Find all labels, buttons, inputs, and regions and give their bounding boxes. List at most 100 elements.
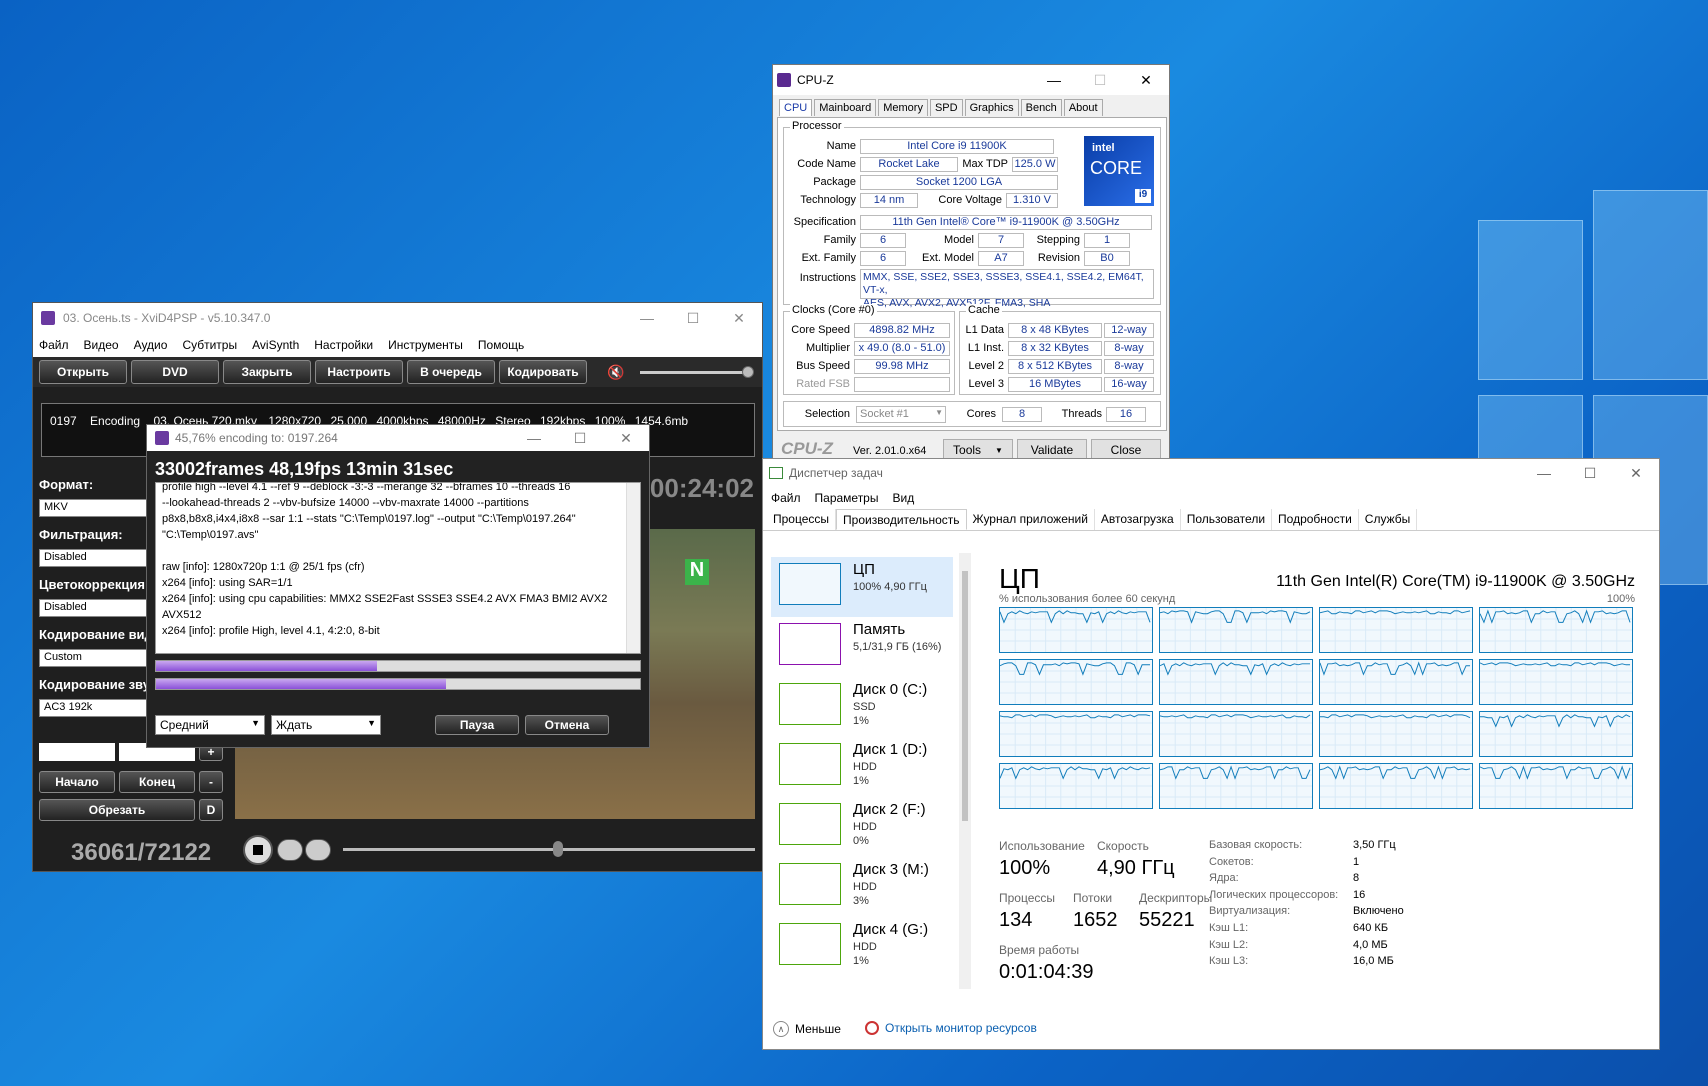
- sidebar-item-1[interactable]: Память 5,1/31,9 ГБ (16%): [771, 617, 951, 677]
- menu-avisynth[interactable]: AviSynth: [252, 338, 308, 352]
- format-select[interactable]: MKV: [39, 499, 151, 517]
- minimize-icon[interactable]: —: [624, 303, 670, 333]
- color-select[interactable]: Disabled: [39, 599, 151, 617]
- close-icon[interactable]: ✕: [1123, 65, 1169, 95]
- encoding-log[interactable]: profile high --level 4.1 --ref 9 --deblo…: [155, 482, 641, 654]
- minimize-icon[interactable]: —: [511, 425, 557, 451]
- next-frame-button[interactable]: [305, 839, 331, 861]
- l3-value: 16 MBytes: [1008, 377, 1102, 392]
- minimize-icon[interactable]: —: [1521, 459, 1567, 487]
- prev-frame-button[interactable]: [277, 839, 303, 861]
- queue-id: 0197: [50, 414, 77, 428]
- close-icon[interactable]: ✕: [716, 303, 762, 333]
- sidebar-thumbnail: [779, 863, 841, 905]
- tab-about[interactable]: About: [1063, 99, 1103, 116]
- detail-value: 3,50 ГГц: [1353, 839, 1396, 851]
- family-label: Family: [823, 234, 856, 246]
- close-icon[interactable]: ✕: [1613, 459, 1659, 487]
- ext-model-label: Ext. Model: [922, 252, 974, 264]
- seek-slider[interactable]: [343, 841, 755, 857]
- menu-help[interactable]: Помощь: [478, 338, 533, 352]
- tab-app-history[interactable]: Журнал приложений: [967, 509, 1095, 530]
- acodec-select[interactable]: AC3 192k: [39, 699, 151, 717]
- priority-select[interactable]: Средний ▼: [155, 715, 265, 735]
- sidebar-item-2[interactable]: Диск 0 (C:) SSD 1%: [771, 677, 951, 737]
- tm-menu-view[interactable]: Вид: [892, 491, 914, 505]
- tab-services[interactable]: Службы: [1359, 509, 1418, 530]
- log-line: p8x8,b8x8,i4x4,i8x8 --sar 1:1 --stats "C…: [162, 513, 576, 525]
- menu-file[interactable]: Файл: [39, 338, 78, 352]
- less-toggle[interactable]: ∧ Меньше: [773, 1021, 841, 1037]
- pause-button[interactable]: Пауза: [435, 715, 519, 735]
- tab-spd[interactable]: SPD: [929, 99, 963, 116]
- minus-button[interactable]: -: [199, 771, 223, 793]
- sidebar-item-value: 1%: [853, 715, 869, 727]
- stop-button[interactable]: [243, 835, 273, 865]
- maximize-icon[interactable]: ☐: [1567, 459, 1613, 487]
- instructions-line: AES, AVX, AVX2, AVX512F, FMA3, SHA: [863, 297, 1051, 309]
- logical-cpu-graph: [1479, 763, 1633, 809]
- sidebar-item-0[interactable]: ЦП 100% 4,90 ГГц: [771, 557, 953, 617]
- sidebar-item-4[interactable]: Диск 2 (F:) HDD 0%: [771, 797, 951, 857]
- menu-tools[interactable]: Инструменты: [388, 338, 472, 352]
- sidebar-item-3[interactable]: Диск 1 (D:) HDD 1%: [771, 737, 951, 797]
- maximize-icon[interactable]: ☐: [1077, 65, 1123, 95]
- maximize-icon[interactable]: ☐: [557, 425, 603, 451]
- tab-processes[interactable]: Процессы: [767, 509, 837, 530]
- close-icon[interactable]: ✕: [603, 425, 649, 451]
- utilization-value: 100%: [999, 857, 1051, 879]
- menu-audio[interactable]: Аудио: [134, 338, 177, 352]
- sidebar-scrollbar[interactable]: [959, 553, 971, 989]
- tab-performance[interactable]: Производительность: [836, 509, 967, 530]
- tab-memory[interactable]: Memory: [878, 99, 928, 116]
- start-time-field[interactable]: [39, 743, 115, 761]
- vcodec-select[interactable]: Custom: [39, 649, 151, 667]
- cancel-button[interactable]: Отмена: [525, 715, 609, 735]
- stepping-value: 1: [1084, 233, 1130, 248]
- open-button[interactable]: Открыть: [39, 360, 127, 384]
- menu-video[interactable]: Видео: [84, 338, 128, 352]
- volume-slider[interactable]: [640, 365, 755, 378]
- minimize-icon[interactable]: —: [1031, 65, 1077, 95]
- sidebar-item-title: Диск 4 (G:): [853, 921, 929, 938]
- sidebar-item-subtitle: 5,1/31,9 ГБ (16%): [853, 641, 942, 653]
- menu-settings[interactable]: Настройки: [314, 338, 382, 352]
- enqueue-button[interactable]: В очередь: [407, 360, 495, 384]
- end-button[interactable]: Конец: [119, 771, 195, 793]
- uptime-value: 0:01:04:39: [999, 961, 1094, 983]
- close-file-button[interactable]: Закрыть: [223, 360, 311, 384]
- tm-menu-file[interactable]: Файл: [771, 491, 801, 505]
- cut-button[interactable]: Обрезать: [39, 799, 195, 821]
- tab-users[interactable]: Пользователи: [1181, 509, 1273, 530]
- tab-graphics[interactable]: Graphics: [964, 99, 1019, 116]
- resource-monitor-link[interactable]: Открыть монитор ресурсов: [865, 1021, 1037, 1035]
- configure-button[interactable]: Настроить: [315, 360, 403, 384]
- sidebar-item-value: 3%: [853, 895, 869, 907]
- graph-label: % использования более 60 секунд: [999, 593, 1176, 605]
- mute-icon[interactable]: 🔇: [607, 364, 624, 381]
- tm-menu-options[interactable]: Параметры: [815, 491, 879, 505]
- sidebar-item-5[interactable]: Диск 3 (M:) HDD 3%: [771, 857, 951, 917]
- dvd-button[interactable]: DVD: [131, 360, 219, 384]
- tab-cpu[interactable]: CPU: [779, 99, 813, 116]
- tab-details[interactable]: Подробности: [1272, 509, 1359, 530]
- sidebar-thumbnail: [779, 623, 841, 665]
- socket-select[interactable]: Socket #1 ▼: [856, 406, 946, 423]
- resource-monitor-icon: [865, 1021, 879, 1035]
- encode-button[interactable]: Кодировать: [499, 360, 587, 384]
- maximize-icon[interactable]: ☐: [670, 303, 716, 333]
- tab-bench[interactable]: Bench: [1020, 99, 1062, 116]
- start-button[interactable]: Начало: [39, 771, 115, 793]
- graph-max: 100%: [1606, 593, 1635, 605]
- log-scrollbar[interactable]: [626, 483, 640, 653]
- tab-mainboard[interactable]: Mainboard: [814, 99, 877, 116]
- tm-sidebar: ЦП 100% 4,90 ГГц Память 5,1/31,9 ГБ (16%) Ди…: [763, 547, 973, 997]
- tab-startup[interactable]: Автозагрузка: [1095, 509, 1181, 530]
- menu-subtitles[interactable]: Субтитры: [182, 338, 246, 352]
- filter-select[interactable]: Disabled: [39, 549, 151, 567]
- post-action-select[interactable]: Ждать ▼: [271, 715, 381, 735]
- rated-fsb-label: Rated FSB: [796, 378, 850, 390]
- sidebar-item-6[interactable]: Диск 4 (G:) HDD 1%: [771, 917, 951, 977]
- d-button[interactable]: D: [199, 799, 223, 821]
